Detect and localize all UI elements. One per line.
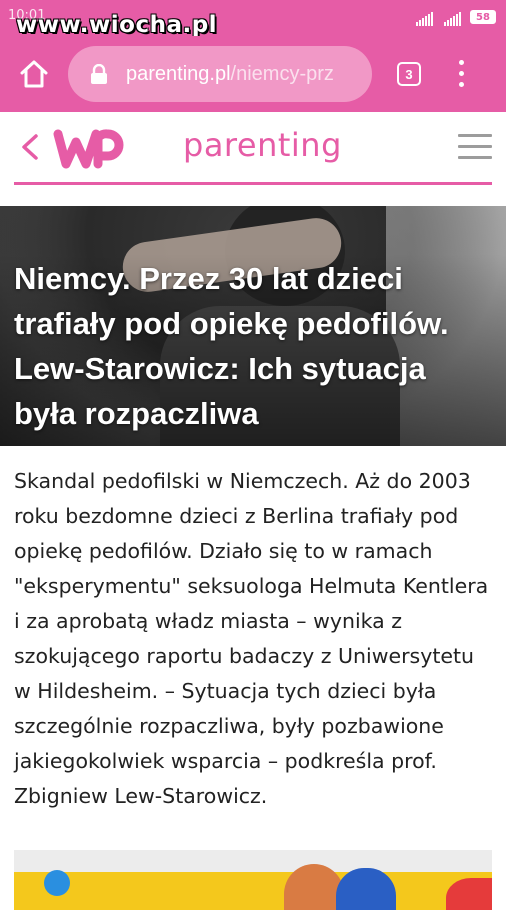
menu-icon[interactable] <box>456 60 466 88</box>
back-icon[interactable] <box>18 132 42 162</box>
article-lead: Skandal pedofilski w Niemczech. Aż do 20… <box>14 469 489 808</box>
hero-image: Niemcy. Przez 30 lat dzieci trafiały pod… <box>0 206 506 446</box>
tab-count: 3 <box>405 66 413 82</box>
url-path: /niemcy-prz <box>230 63 334 85</box>
url-host: parenting.pl <box>126 63 231 85</box>
site-header: parenting <box>0 112 506 184</box>
url-text: parenting.pl/niemcy-prz <box>126 63 334 86</box>
article-title: Niemcy. Przez 30 lat dzieci trafiały pod… <box>14 261 449 431</box>
status-bar: 10:01 www.wiocha.pl 58 <box>0 0 506 38</box>
header-divider <box>14 182 492 185</box>
lock-icon <box>91 64 107 84</box>
ad-banner[interactable] <box>14 850 492 910</box>
home-icon[interactable] <box>18 58 50 90</box>
signal-icon <box>444 12 461 26</box>
browser-toolbar: parenting.pl/niemcy-prz 3 <box>0 36 506 112</box>
hamburger-icon[interactable] <box>458 134 492 160</box>
battery-indicator: 58 <box>470 10 496 24</box>
wp-logo[interactable] <box>52 126 126 170</box>
site-brand[interactable]: parenting <box>183 126 342 164</box>
address-bar[interactable]: parenting.pl/niemcy-prz <box>68 46 372 102</box>
watermark: www.wiocha.pl <box>16 12 218 38</box>
signal-icon <box>416 12 433 26</box>
tabs-icon[interactable]: 3 <box>397 62 421 86</box>
